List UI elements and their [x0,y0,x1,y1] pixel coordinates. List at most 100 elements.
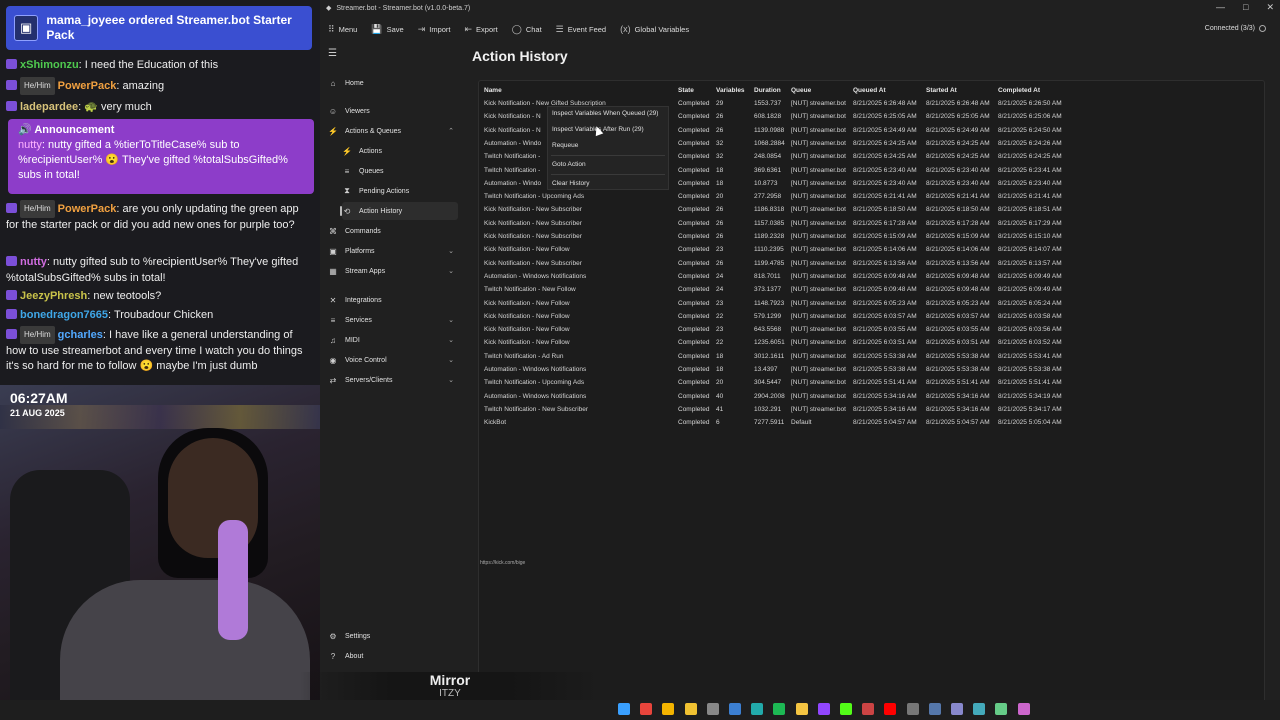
chevron-down-icon[interactable]: ⌄ [448,336,454,344]
sidebar-item-servers-clients[interactable]: ⇄ Servers/Clients ⌄ [328,371,458,389]
app-icon[interactable] [928,703,941,715]
servers-icon: ⇄ [329,375,337,385]
table-cell: Completed [678,299,710,307]
context-menu-item[interactable]: Goto Action [552,158,586,172]
chrome-icon[interactable] [662,703,675,715]
windows-start-icon[interactable] [618,703,630,715]
app-icon[interactable] [906,703,919,715]
twitch-icon[interactable] [817,703,830,715]
column-header-name[interactable]: Name [484,84,674,97]
app-icon[interactable] [729,703,741,715]
sidebar-item-about[interactable]: ? About [328,647,458,665]
hamburger-icon[interactable]: ☰ [328,48,337,59]
streamerbot-icon[interactable] [973,703,986,715]
table-cell: Kick Notification - New Subscriber [484,233,582,240]
spotify-icon[interactable] [773,703,786,715]
sidebar-item-home[interactable]: ⌂ Home [328,74,458,92]
microphone-arm [218,520,248,640]
sidebar-item-pending-actions[interactable]: ⧗ Pending Actions [342,182,458,200]
import-icon: ⇥ [417,23,426,34]
commands-icon: ⌘ [329,226,337,236]
minimize-icon[interactable]: — [1216,2,1225,13]
column-header-variables[interactable]: Variables [716,84,754,97]
app-icon[interactable] [751,703,764,715]
app-icon[interactable] [1017,703,1030,715]
sidebar-item-label: Stream Apps [345,267,386,275]
sidebar-item-integrations[interactable]: ✕ Integrations [328,291,458,309]
sidebar-item-actions-queues[interactable]: ⚡ Actions & Queues ⌃ [328,122,458,140]
table-cell: 7277.5911 [754,419,785,427]
table-cell: 8/21/2025 6:05:23 AM [853,299,917,307]
sidebar-item-services[interactable]: ≡ Services ⌄ [328,311,458,329]
maximize-icon[interactable]: □ [1243,2,1248,13]
close-icon[interactable]: ✕ [1266,2,1274,13]
sidebar-item-voice-control[interactable]: ◉ Voice Control ⌄ [328,351,458,369]
order-alert-text: mama_joyeee ordered Streamer.bot Starter… [46,13,292,42]
platforms-icon: ▣ [329,246,337,256]
table-cell: 8/21/2025 6:18:51 AM [998,206,1062,214]
settings-icon[interactable] [706,703,719,715]
context-menu-item[interactable]: Inspect Variables When Queued (29) [552,107,658,121]
menu-export-button[interactable]: ⇤ Export [465,24,498,35]
app-icon[interactable] [951,703,963,715]
menu-event-feed-button[interactable]: ☰ Event Feed [556,24,606,35]
chat-text: : Troubadour Chicken [108,309,214,321]
streamer-body [60,580,310,720]
chevron-down-icon[interactable]: ⌄ [448,267,454,275]
menu-menu-button[interactable]: ⠿ Menu [328,24,357,35]
sidebar-item-midi[interactable]: ♫ MIDI ⌄ [328,331,458,349]
notes-icon[interactable] [795,703,808,715]
table-cell: 29 [716,100,724,107]
services-icon: ≡ [330,315,336,325]
column-header-queue[interactable]: Queue [791,84,849,97]
sidebar-item-action-history[interactable]: ⟲ Action History [340,202,458,220]
chat-username: PowerPack [57,80,117,92]
column-header-duration[interactable]: Duration [754,84,791,97]
menu-import-button[interactable]: ⇥ Import [418,24,451,35]
file-explorer-icon[interactable] [684,703,697,715]
context-menu-item[interactable]: Clear History [552,177,590,191]
youtube-icon[interactable] [884,703,897,715]
sidebar-item-platforms[interactable]: ▣ Platforms ⌄ [328,242,458,260]
kick-icon[interactable] [840,703,852,715]
table-cell: 8/21/2025 6:25:06 AM [998,113,1062,121]
column-header-started-at[interactable]: Started At [926,84,996,97]
chevron-down-icon[interactable]: ⌄ [448,376,454,384]
app-icon[interactable] [862,703,875,715]
table-cell: Completed [678,312,710,320]
chevron-down-icon[interactable]: ⌄ [448,356,454,364]
table-cell: Kick Notification - New Follow [484,339,570,347]
table-cell: 1186.8318 [754,206,785,214]
menu-global-variables-button[interactable]: (x) Global Variables [620,24,689,34]
chevron-down-icon[interactable]: ⌄ [448,247,454,255]
menu-chat-button[interactable]: ◯ Chat [512,24,542,35]
table-cell: 8/21/2025 6:25:05 AM [926,113,990,121]
table-cell: 8/21/2025 5:53:41 AM [998,352,1062,360]
chevron-up-icon[interactable]: ⌃ [448,127,454,135]
table-cell: Twitch Notification - New Subscriber [484,405,589,413]
connection-status[interactable]: Connected (3/3) [1205,25,1266,32]
sidebar-item-commands[interactable]: ⌘ Commands [328,222,458,240]
sidebar-item-stream-apps[interactable]: ▦ Stream Apps ⌄ [328,262,458,280]
context-menu-item[interactable]: Requeue [552,139,578,153]
announcement-user: nutty [18,139,42,151]
notepad-icon[interactable] [995,703,1008,715]
table-cell: 13.4397 [754,366,778,373]
table-cell: [NUT] streamer.bot [791,233,846,240]
table-cell: Kick Notification - New Subscriber [484,206,582,214]
sidebar-item-viewers[interactable]: ☺ Viewers [328,102,458,120]
chevron-down-icon[interactable]: ⌄ [448,316,454,324]
feed-icon: ☰ [555,23,564,34]
column-header-completed-at[interactable]: Completed At [998,84,1068,97]
sidebar-item-actions[interactable]: ⚡ Actions [342,142,458,160]
sidebar-item-queues[interactable]: ≡ Queues [342,162,458,180]
menu-save-button[interactable]: 💾 Save [371,24,403,35]
sidebar-item-settings[interactable]: ⚙ Settings [328,627,458,645]
column-header-queued-at[interactable]: Queued At [853,84,924,97]
table-cell: 20 [716,379,724,387]
column-header-state[interactable]: State [678,84,711,97]
chat-icon: ◯ [511,23,522,34]
chrome-icon[interactable] [640,703,653,715]
table-cell: 3012.1611 [754,352,785,360]
table-cell: Kick Notification - New Follow [484,246,570,254]
